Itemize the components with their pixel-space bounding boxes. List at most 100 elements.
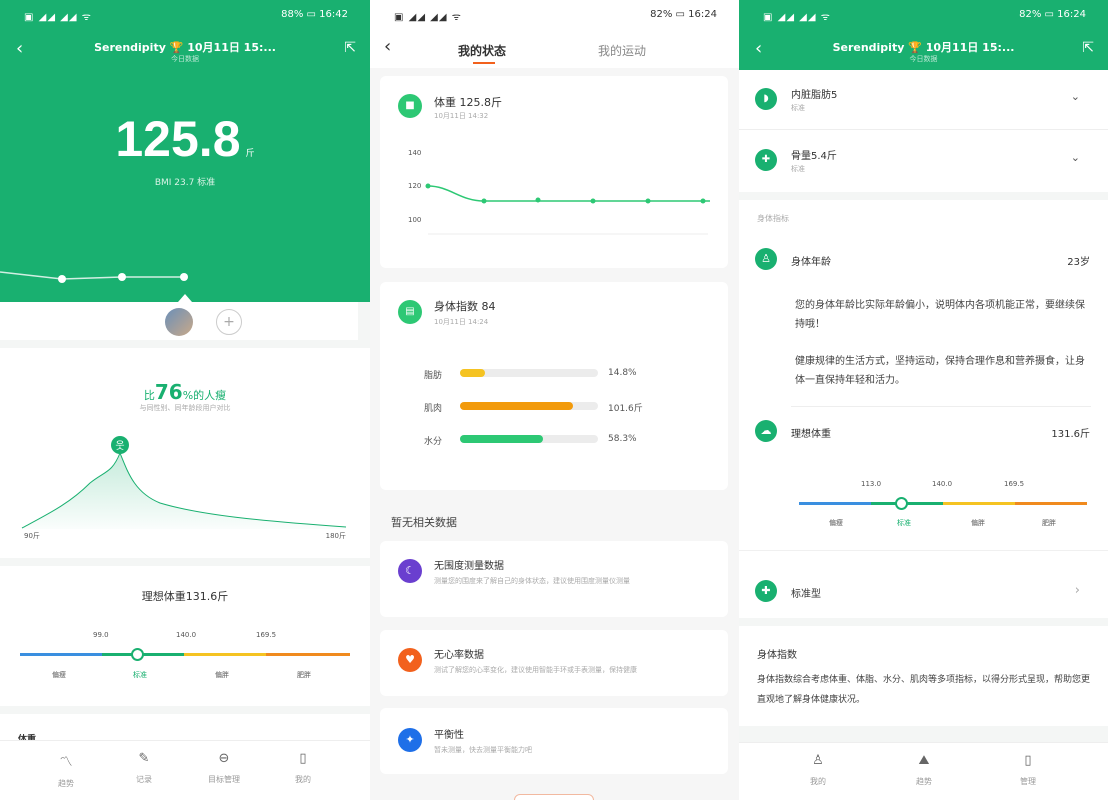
bmi-label: BMI 23.7 标准 bbox=[154, 178, 216, 188]
nav-manage[interactable]: ▯ 管理 bbox=[1003, 753, 1053, 787]
header-bg: ▣ ◢◢ ◢◢ ᯤ 82% ▭ 16:24 ‹ Serendipity 🏆 10… bbox=[739, 0, 1108, 70]
level-label-active: 标准 bbox=[133, 671, 147, 679]
metric-list-card: ◗ 内脏脂肪5 标准 ⌄ ✚ 骨量5.4斤 标准 ⌄ bbox=[739, 70, 1108, 192]
add-user-icon[interactable]: + bbox=[216, 309, 242, 335]
range-bar bbox=[20, 648, 350, 661]
body-age-value: 23岁 bbox=[1067, 257, 1090, 268]
list-item[interactable]: ✦ 平衡性 暂未测量，快去测量平衡能力吧 bbox=[380, 708, 728, 774]
ideal-tick: 140.0 bbox=[932, 480, 953, 488]
body-type-title: 标准型 bbox=[791, 589, 821, 600]
tab-my-sport[interactable]: 我的运动 bbox=[598, 42, 646, 59]
ideal-weight-title: 理想体重 bbox=[791, 429, 831, 440]
nav-mine[interactable]: ♙ 我的 bbox=[793, 753, 843, 787]
status-icons: ▣ ◢◢ ◢◢ ᯤ bbox=[24, 12, 92, 23]
svg-text:웃: 웃 bbox=[115, 440, 124, 452]
rank-card: 比76%的人瘦 与同性别、同年龄段用户对比 웃 90斤 180斤 bbox=[0, 348, 370, 558]
user-title[interactable]: Serendipity 🏆 10月11日 15:... bbox=[739, 39, 1108, 55]
ideal-tick: 169.5 bbox=[1004, 480, 1025, 488]
body-score-card[interactable]: ▤ 身体指数 84 10月11日 14:24 脂肪 14.8% 肌肉 101.6… bbox=[380, 282, 728, 490]
chevron-down-icon[interactable]: ⌄ bbox=[1071, 90, 1080, 103]
trend-point[interactable] bbox=[58, 275, 66, 283]
user-title[interactable]: Serendipity 🏆 10月11日 15:... bbox=[0, 39, 370, 55]
body-index-card: 身体指数 身体指数综合考虑体重、体脂、水分、肌肉等多项指标，以得分形式呈现，帮助… bbox=[739, 626, 1108, 726]
chevron-right-icon: › bbox=[1074, 583, 1080, 598]
nav-trend[interactable]: ⛰ 趋势 bbox=[899, 753, 949, 787]
list-item[interactable]: ☾ 无围度测量数据 测量您的围度来了解自己的身体状态，建议使用围度测量仪测量 bbox=[380, 541, 728, 617]
nav-label: 我的 bbox=[810, 777, 826, 786]
tab-my-status[interactable]: 我的状态 bbox=[458, 42, 506, 59]
back-arrow-icon[interactable]: ‹ bbox=[384, 36, 391, 57]
nav-label: 趋势 bbox=[916, 777, 932, 786]
body-age-advice: 健康规律的生活方式，坚持运动，保持合理作息和营养摄食，让身体一直保持年轻和活力。 bbox=[795, 356, 1085, 386]
bottom-action-button[interactable] bbox=[514, 794, 594, 800]
section-label: 身体指标 bbox=[757, 214, 789, 223]
share-icon[interactable]: ⇱ bbox=[1082, 40, 1094, 56]
nav-mine[interactable]: ▯ 我的 bbox=[278, 751, 328, 785]
weight-hero: ▣ ◢◢ ◢◢ ᯤ 88% ▭ 16:42 ‹ Serendipity 🏆 10… bbox=[0, 0, 370, 302]
level-label: 偏胖 bbox=[971, 519, 985, 527]
item-title: 骨量5.4斤 bbox=[791, 151, 837, 162]
metric-value: 101.6斤 bbox=[608, 404, 643, 414]
status-battery-time: 82% ▭ 16:24 bbox=[1019, 9, 1086, 20]
bottom-nav: ♙ 我的 ⛰ 趋势 ▯ 管理 bbox=[739, 742, 1108, 800]
status-icons: ▣ ◢◢ ◢◢ ᯤ bbox=[763, 12, 831, 23]
metric-bar-track bbox=[460, 369, 598, 377]
ideal-weight-title: 理想体重131.6斤 bbox=[141, 590, 229, 603]
list-item[interactable]: ✚ 骨量5.4斤 标准 ⌄ bbox=[739, 131, 1108, 191]
person-icon: ♙ bbox=[755, 248, 777, 270]
nav-goal[interactable]: ⊖ 目标管理 bbox=[199, 751, 249, 785]
heart-icon: ♥ bbox=[398, 648, 422, 672]
organ-icon: ◗ bbox=[755, 88, 777, 110]
nav-record[interactable]: ✎ 记录 bbox=[119, 751, 169, 785]
weight-card[interactable]: ■ 体重 125.8斤 10月11日 14:32 140 120 100 bbox=[380, 76, 728, 268]
body-type-row[interactable]: ✚ 标准型 › bbox=[739, 572, 1108, 612]
edit-icon: ✎ bbox=[138, 751, 150, 766]
dist-left-label: 90斤 bbox=[24, 532, 40, 540]
nav-trend[interactable]: 〽趋势 bbox=[41, 751, 91, 789]
trend-point[interactable] bbox=[180, 273, 188, 281]
report-title: 身体指数 bbox=[757, 650, 797, 661]
level-label: 偏胖 bbox=[215, 671, 229, 679]
nav-label: 趋势 bbox=[58, 779, 74, 788]
metric-label: 水分 bbox=[424, 437, 443, 447]
divider bbox=[791, 406, 1091, 407]
score-icon: ▤ bbox=[398, 300, 422, 324]
trash-icon: ▯ bbox=[1024, 753, 1032, 768]
nav-label: 记录 bbox=[136, 775, 152, 784]
user-switch-bar: + bbox=[0, 294, 358, 340]
rank-prefix: 比 bbox=[143, 389, 155, 402]
ideal-tick: 169.5 bbox=[256, 631, 277, 639]
item-title: 无围度测量数据 bbox=[434, 561, 504, 572]
list-item[interactable]: ◗ 内脏脂肪5 标准 ⌄ bbox=[739, 70, 1108, 130]
chevron-down-icon[interactable]: ⌄ bbox=[1071, 151, 1080, 164]
screen-my-status: ▣ ◢◢ ◢◢ ᯤ 82% ▭ 16:24 ‹ 我的状态 我的运动 ■ 体重 1… bbox=[370, 0, 739, 800]
metric-value: 14.8% bbox=[608, 368, 637, 378]
divider bbox=[739, 550, 1108, 551]
scale-icon: ⊖ bbox=[218, 751, 230, 766]
user-icon: ♙ bbox=[812, 753, 824, 768]
bottom-nav: 〽趋势 ✎ 记录 ⊖ 目标管理 ▯ 我的 bbox=[0, 740, 370, 800]
share-icon[interactable]: ⇱ bbox=[344, 40, 356, 56]
top-bar: ‹ Serendipity 🏆 10月11日 15:... 今日数据 ⇱ bbox=[0, 32, 370, 72]
weight-value: 125.8 bbox=[115, 111, 241, 167]
metric-bar-fill bbox=[460, 402, 573, 410]
nav-label: 目标管理 bbox=[208, 775, 240, 784]
nav-label: 管理 bbox=[1020, 777, 1036, 786]
report-desc: 身体指数综合考虑体重、体脂、水分、肌肉等多项指标，以得分形式呈现，帮助您更直观地… bbox=[757, 675, 1091, 705]
trend-point[interactable] bbox=[118, 273, 126, 281]
scale-icon: ☁ bbox=[755, 420, 777, 442]
trash-icon: ▯ bbox=[299, 751, 307, 766]
screen-body-detail: ▣ ◢◢ ◢◢ ᯤ 82% ▭ 16:24 ‹ Serendipity 🏆 10… bbox=[739, 0, 1108, 800]
chart-icon: ⛰ bbox=[918, 753, 930, 768]
ideal-weight-card: 理想体重131.6斤 99.0 140.0 169.5 偏瘦 标准 偏胖 肥胖 bbox=[0, 566, 370, 706]
level-label-active: 标准 bbox=[897, 519, 911, 527]
weight-unit: 斤 bbox=[245, 149, 255, 159]
status-battery-time: 82% ▭ 16:24 bbox=[650, 9, 717, 20]
list-item[interactable]: ♥ 无心率数据 测试了解您的心率变化，建议使用智能手环或手表测量，保持健康 bbox=[380, 630, 728, 696]
item-desc: 暂未测量，快去测量平衡能力吧 bbox=[434, 746, 532, 754]
score-title: 身体指数 84 bbox=[434, 300, 496, 313]
score-date: 10月11日 14:24 bbox=[434, 318, 489, 326]
weight-trend-line bbox=[0, 271, 188, 283]
item-desc: 测试了解您的心率变化，建议使用智能手环或手表测量，保持健康 bbox=[434, 666, 637, 674]
avatar[interactable] bbox=[165, 308, 193, 336]
